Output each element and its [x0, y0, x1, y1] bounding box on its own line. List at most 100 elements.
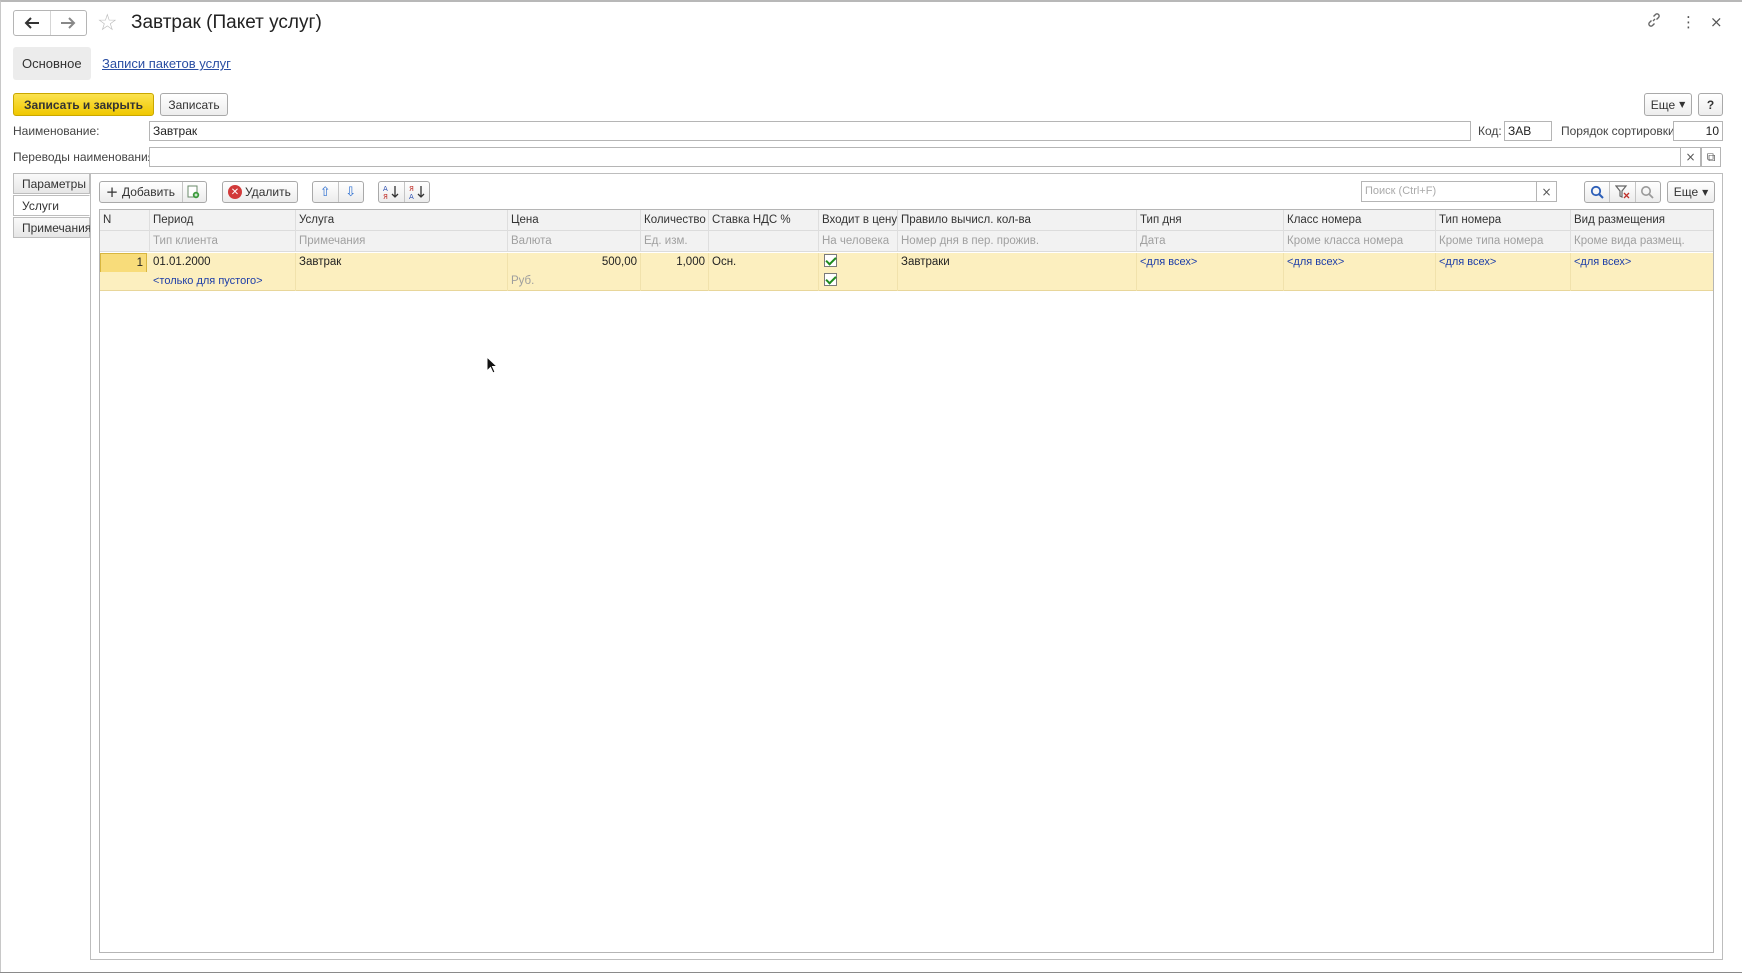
col-room-class-header[interactable]: Класс номера — [1284, 210, 1436, 231]
cell-vat[interactable]: Осн. — [709, 253, 819, 272]
col-day-number-header[interactable]: Номер дня в пер. прожив. — [898, 231, 1137, 252]
copy-icon[interactable] — [183, 185, 203, 199]
sort-descending-icon[interactable]: ЯА — [405, 184, 430, 200]
plus-icon: + — [105, 183, 119, 201]
sort-order-input[interactable]: 10 — [1673, 121, 1723, 141]
table-header-row: N Период Услуга Цена Количество Ставка Н… — [100, 210, 1713, 231]
add-button[interactable]: + Добавить — [99, 181, 207, 203]
cell-day-type[interactable]: <для всех> — [1137, 253, 1284, 272]
cell-vat-empty — [709, 272, 819, 291]
cell-service[interactable]: Завтрак — [296, 253, 508, 272]
tab-parameters[interactable]: Параметры — [13, 173, 90, 194]
services-table: N Период Услуга Цена Количество Ставка Н… — [99, 209, 1714, 953]
back-button[interactable] — [14, 11, 50, 35]
svg-text:Я: Я — [383, 193, 388, 200]
find-by-field-icon[interactable] — [1636, 185, 1660, 199]
included-checkbox[interactable] — [824, 254, 837, 267]
col-service-header[interactable]: Услуга — [296, 210, 508, 231]
col-n-header[interactable]: N — [100, 210, 150, 231]
help-button[interactable]: ? — [1698, 93, 1723, 116]
close-icon[interactable]: × — [1710, 12, 1723, 32]
cell-accommodation[interactable]: <для всех> — [1571, 253, 1713, 272]
delete-button[interactable]: ✕ Удалить — [222, 181, 298, 203]
search-input[interactable]: Поиск (Ctrl+F) — [1361, 181, 1537, 202]
cell-except-type[interactable] — [1436, 272, 1571, 291]
cell-price[interactable]: 500,00 — [508, 253, 641, 272]
col-day-type-header[interactable]: Тип дня — [1137, 210, 1284, 231]
col-period-header[interactable]: Период — [150, 210, 296, 231]
translations-input[interactable] — [149, 147, 1681, 167]
open-window-icon[interactable]: ⧉ — [1701, 147, 1721, 167]
cell-day-number[interactable] — [898, 272, 1137, 291]
col-currency-header[interactable]: Валюта — [508, 231, 641, 252]
sort-ascending-icon[interactable]: АЯ — [379, 184, 404, 200]
move-down-icon[interactable]: ⇩ — [339, 185, 364, 200]
cell-notes[interactable] — [296, 272, 508, 291]
col-except-class-header[interactable]: Кроме класса номера — [1284, 231, 1436, 252]
col-price-header[interactable]: Цена — [508, 210, 641, 231]
favorite-star-icon[interactable]: ☆ — [97, 11, 118, 35]
mouse-cursor-icon — [486, 356, 498, 374]
cell-client-type[interactable]: <только для пустого> — [150, 272, 296, 291]
col-quantity-header[interactable]: Количество — [641, 210, 709, 231]
move-up-icon[interactable]: ⇧ — [313, 185, 338, 200]
cell-period[interactable]: 01.01.2000 — [150, 253, 296, 272]
search-icon[interactable] — [1585, 185, 1609, 199]
name-label: Наименование: — [13, 124, 100, 138]
col-unit-header[interactable]: Ед. изм. — [641, 231, 709, 252]
per-person-checkbox[interactable] — [824, 273, 837, 286]
delete-label: Удалить — [245, 185, 291, 199]
table-more-label: Еще — [1673, 185, 1699, 199]
more-button[interactable]: Еще ▼ — [1644, 93, 1692, 116]
dropdown-arrow-icon: ▼ — [1679, 100, 1686, 109]
col-per-person-header[interactable]: На человека — [819, 231, 898, 252]
table-more-button[interactable]: Еще ▼ — [1667, 181, 1715, 203]
col-except-type-header[interactable]: Кроме типа номера — [1436, 231, 1571, 252]
col-client-type-header[interactable]: Тип клиента — [150, 231, 296, 252]
col-rule-header[interactable]: Правило вычисл. кол-ва — [898, 210, 1137, 231]
col-room-type-header[interactable]: Тип номера — [1436, 210, 1571, 231]
cell-per-person[interactable] — [819, 272, 898, 291]
section-main[interactable]: Основное — [13, 47, 91, 80]
cell-except-class[interactable] — [1284, 272, 1436, 291]
cell-unit[interactable] — [641, 272, 709, 291]
col-except-accommodation-header[interactable]: Кроме вида размещ. — [1571, 231, 1713, 252]
svg-text:А: А — [409, 193, 414, 200]
tab-notes[interactable]: Примечания — [13, 217, 91, 238]
save-button[interactable]: Записать — [160, 93, 228, 116]
cell-rule[interactable]: Завтраки — [898, 253, 1137, 272]
arrow-left-icon — [24, 17, 39, 29]
cell-currency[interactable]: Руб. — [508, 272, 641, 291]
section-records-link[interactable]: Записи пакетов услуг — [102, 56, 231, 71]
history-nav — [13, 10, 87, 36]
search-tools — [1584, 181, 1661, 203]
col-n-subheader — [100, 231, 150, 252]
clear-icon[interactable]: × — [1681, 147, 1701, 167]
cell-quantity[interactable]: 1,000 — [641, 253, 709, 272]
search-clear-icon[interactable]: × — [1537, 181, 1557, 202]
col-vat-header[interactable]: Ставка НДС % — [709, 210, 819, 231]
svg-text:Я: Я — [409, 185, 414, 193]
col-accommodation-header[interactable]: Вид размещения — [1571, 210, 1713, 231]
table-row-subline[interactable]: <только для пустого> Руб. — [100, 272, 1713, 291]
sort-buttons: АЯ ЯА — [378, 181, 430, 203]
cell-date[interactable] — [1137, 272, 1284, 291]
table-row[interactable]: 1 01.01.2000 Завтрак 500,00 1,000 Осн. З… — [100, 253, 1713, 288]
link-icon[interactable] — [1646, 12, 1662, 33]
col-notes-header[interactable]: Примечания — [296, 231, 508, 252]
cell-room-class[interactable]: <для всех> — [1284, 253, 1436, 272]
delete-icon: ✕ — [228, 185, 242, 199]
col-included-header[interactable]: Входит в цену — [819, 210, 898, 231]
dropdown-arrow-icon: ▼ — [1702, 187, 1709, 197]
save-and-close-button[interactable]: Записать и закрыть — [13, 93, 154, 116]
name-input[interactable]: Завтрак — [149, 121, 1471, 141]
cell-except-accommodation[interactable] — [1571, 272, 1713, 291]
tab-services[interactable]: Услуги — [13, 195, 90, 216]
col-date-header[interactable]: Дата — [1137, 231, 1284, 252]
code-input[interactable]: ЗАВ — [1504, 121, 1552, 141]
more-vertical-icon[interactable]: ⋮ — [1681, 12, 1696, 32]
forward-button[interactable] — [49, 11, 87, 35]
cell-room-type[interactable]: <для всех> — [1436, 253, 1571, 272]
cell-included[interactable] — [819, 253, 898, 272]
filter-clear-icon[interactable] — [1610, 185, 1634, 199]
